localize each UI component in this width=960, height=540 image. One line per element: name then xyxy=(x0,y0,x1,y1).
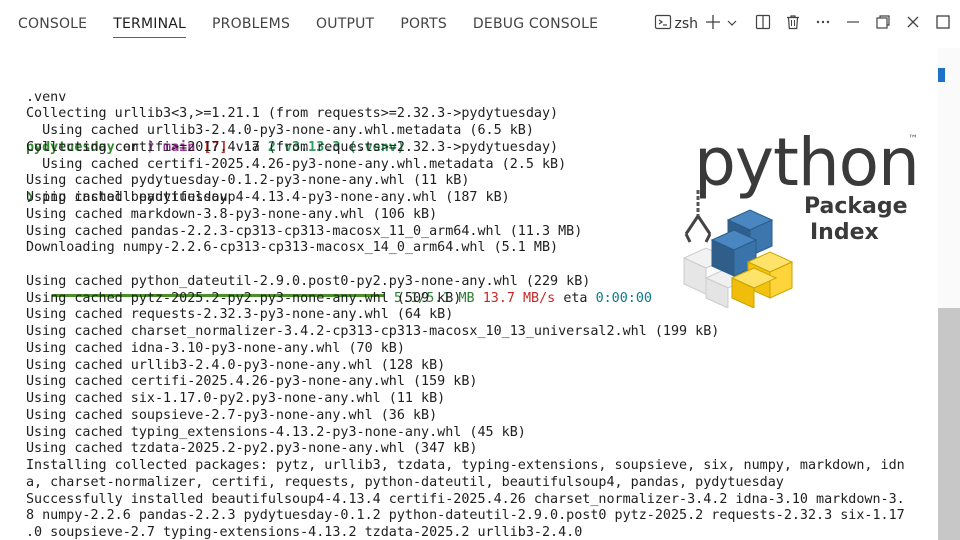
tab-debug-console[interactable]: DEBUG CONSOLE xyxy=(473,0,598,48)
output-lines-after: Using cached python_dateutil-2.9.0.post0… xyxy=(26,274,905,540)
terminal-line: Collecting urllib3<3,>=1.21.1 (from requ… xyxy=(26,106,559,122)
split-icon xyxy=(755,14,771,35)
terminal-icon xyxy=(654,13,672,36)
panel-actions: zsh xyxy=(650,0,960,48)
minimize-button[interactable] xyxy=(838,9,868,39)
terminal-line: Downloading numpy-2.2.6-cp313-cp313-maco… xyxy=(26,240,559,256)
terminal-line: 8 numpy-2.2.6 pandas-2.2.3 pydytuesday-0… xyxy=(26,508,905,524)
tab-ports[interactable]: PORTS xyxy=(400,0,447,48)
scrollbar-thumb[interactable] xyxy=(938,308,960,540)
tab-console[interactable]: CONSOLE xyxy=(18,0,87,48)
scrollbar-marker xyxy=(938,68,945,82)
more-actions-button[interactable] xyxy=(808,9,838,39)
terminal-line: .0 soupsieve-2.7 typing-extensions-4.13.… xyxy=(26,525,583,540)
restore-button[interactable] xyxy=(868,9,898,39)
logo-package: Package xyxy=(804,194,908,219)
output-lines-before: Collecting urllib3<3,>=1.21.1 (from requ… xyxy=(26,106,582,257)
terminal-line: Using cached tzdata-2025.2-py2.py3-none-… xyxy=(26,441,478,457)
terminal-scrollbar[interactable] xyxy=(938,48,960,540)
terminal-line: Using cached idna-3.10-py3-none-any.whl … xyxy=(26,340,405,356)
maximize-panel-button[interactable] xyxy=(928,9,958,39)
terminal-line: Using cached requests-2.32.3-py3-none-an… xyxy=(26,307,454,323)
kill-terminal-button[interactable] xyxy=(778,9,808,39)
new-terminal-button[interactable] xyxy=(702,9,724,39)
tab-terminal[interactable]: TERMINAL xyxy=(113,0,186,48)
terminal-line: Using cached certifi-2025.4.26-py3-none-… xyxy=(26,156,567,172)
plus-icon xyxy=(705,14,721,35)
terminal-line: Using cached soupsieve-2.7-py3-none-any.… xyxy=(26,407,438,423)
terminal-line: Collecting certifi>=2017.4.17 (from requ… xyxy=(26,139,559,155)
pypi-cubes-icon xyxy=(682,190,794,308)
terminal-line: Using cached urllib3-2.4.0-py3-none-any.… xyxy=(26,123,534,138)
trash-icon xyxy=(785,14,801,35)
venv-line: .venv xyxy=(26,89,67,105)
logo-trademark: ™ xyxy=(908,134,918,145)
close-icon xyxy=(905,14,921,35)
ellipsis-icon xyxy=(815,14,831,35)
terminal-line: a, charset-normalizer, certifi, requests… xyxy=(26,474,784,490)
panel-tabs: CONSOLE TERMINAL PROBLEMS OUTPUT PORTS D… xyxy=(18,0,624,48)
shell-name: zsh xyxy=(674,16,698,32)
terminal-line: Using cached six-1.17.0-py2.py3-none-any… xyxy=(26,391,446,406)
close-panel-button[interactable] xyxy=(898,9,928,39)
terminal-line: Using cached pandas-2.2.3-cp313-cp313-ma… xyxy=(26,223,583,239)
tab-problems[interactable]: PROBLEMS xyxy=(212,0,290,48)
restore-icon xyxy=(875,14,891,35)
terminal-line: Using cached beautifulsoup4-4.13.4-py3-n… xyxy=(26,190,510,205)
minimize-icon xyxy=(845,14,861,35)
pypi-logo: python ™ Package Index xyxy=(676,128,926,308)
terminal-profile-button[interactable]: zsh xyxy=(650,9,702,39)
terminal-line: Using cached certifi-2025.4.26-py3-none-… xyxy=(26,374,478,390)
terminal-line: Using cached pydytuesday-0.1.2-py3-none-… xyxy=(26,173,470,189)
tab-output[interactable]: OUTPUT xyxy=(316,0,374,48)
terminal-line: Successfully installed beautifulsoup4-4.… xyxy=(26,491,905,507)
logo-wordmark: python xyxy=(694,124,920,201)
terminal-line: Installing collected packages: pytz, url… xyxy=(26,458,905,473)
split-terminal-button[interactable] xyxy=(748,9,778,39)
terminal-line: Using cached charset_normalizer-3.4.2-cp… xyxy=(26,324,720,339)
panel-header: CONSOLE TERMINAL PROBLEMS OUTPUT PORTS D… xyxy=(0,0,960,48)
chevron-down-icon xyxy=(727,15,737,33)
terminal-line: Using cached urllib3-2.4.0-py3-none-any.… xyxy=(26,357,446,373)
terminal-dropdown-button[interactable] xyxy=(724,9,740,39)
terminal-line: Using cached markdown-3.8-py3-none-any.w… xyxy=(26,206,438,222)
logo-index: Index xyxy=(810,220,879,245)
terminal-line: Using cached typing_extensions-4.13.2-py… xyxy=(26,424,526,440)
maximize-panel-icon xyxy=(935,14,951,35)
